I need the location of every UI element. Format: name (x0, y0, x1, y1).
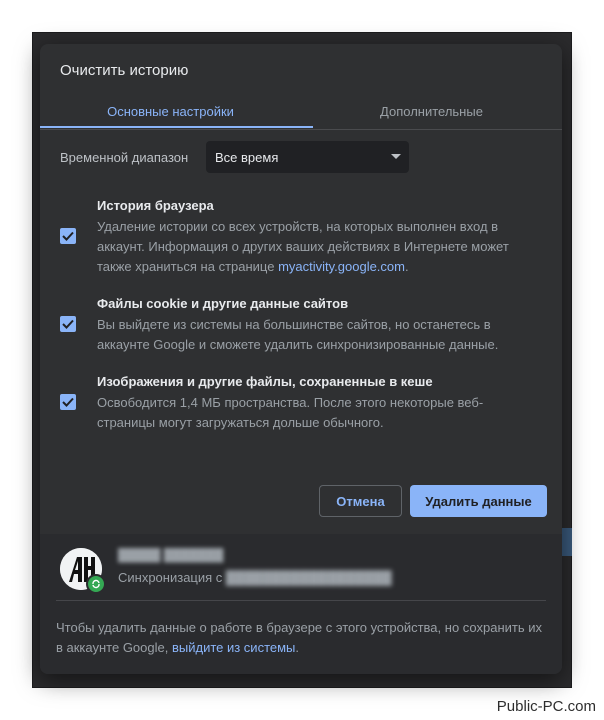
time-range-label: Временной диапазон (60, 150, 189, 165)
option-description-end: . (404, 259, 409, 274)
option-description: Удаление истории со всех устройств, на к… (97, 217, 537, 277)
clear-history-dialog: Очистить историю Основные настройки Допо… (40, 44, 562, 674)
sign-out-note-end: . (295, 640, 300, 655)
cancel-button[interactable]: Отмена (319, 485, 402, 517)
cookies-checkbox[interactable] (60, 316, 76, 332)
time-range-value: Все время (215, 149, 279, 165)
checkmark-icon (62, 231, 74, 241)
dropdown-caret-icon (391, 154, 401, 159)
watermark: Public-PC.com (496, 698, 596, 715)
time-range-select[interactable]: Все время (206, 141, 409, 173)
option-title: Файлы cookie и другие данные сайтов (97, 296, 349, 311)
tab-bar: Основные настройки Дополнительные (40, 94, 562, 130)
browsing-history-checkbox[interactable] (60, 228, 76, 244)
active-tab-indicator (40, 126, 313, 128)
tab-advanced[interactable]: Дополнительные (301, 94, 562, 128)
option-description: Освободится 1,4 МБ пространства. После э… (97, 395, 484, 430)
account-name-blurred: █████ ███████ (118, 548, 224, 562)
option-title: Изображения и другие файлы, сохраненные … (97, 374, 433, 389)
cache-checkbox[interactable] (60, 394, 76, 410)
avatar (60, 548, 106, 594)
tab-basic-settings[interactable]: Основные настройки (40, 94, 301, 128)
sign-out-link[interactable]: выйдите из системы (172, 640, 295, 655)
option-title: История браузера (97, 198, 214, 213)
dialog-title: Очистить историю (60, 62, 189, 79)
option-description: Вы выйдете из системы на большинстве сай… (97, 317, 499, 352)
myactivity-link[interactable]: myactivity.google.com (278, 259, 405, 274)
account-footer: █████ ███████ Синхронизация с ██████████… (40, 534, 562, 674)
sync-status: Синхронизация с ██████████████████ (118, 570, 392, 585)
sync-prefix: Синхронизация с (118, 570, 226, 585)
delete-data-button[interactable]: Удалить данные (410, 485, 547, 517)
footer-divider (56, 600, 546, 601)
sync-icon (86, 574, 106, 594)
account-email-blurred: ██████████████████ (225, 570, 392, 585)
checkmark-icon (62, 319, 74, 329)
sign-out-note: Чтобы удалить данные о работе в браузере… (56, 618, 546, 658)
checkmark-icon (62, 397, 74, 407)
